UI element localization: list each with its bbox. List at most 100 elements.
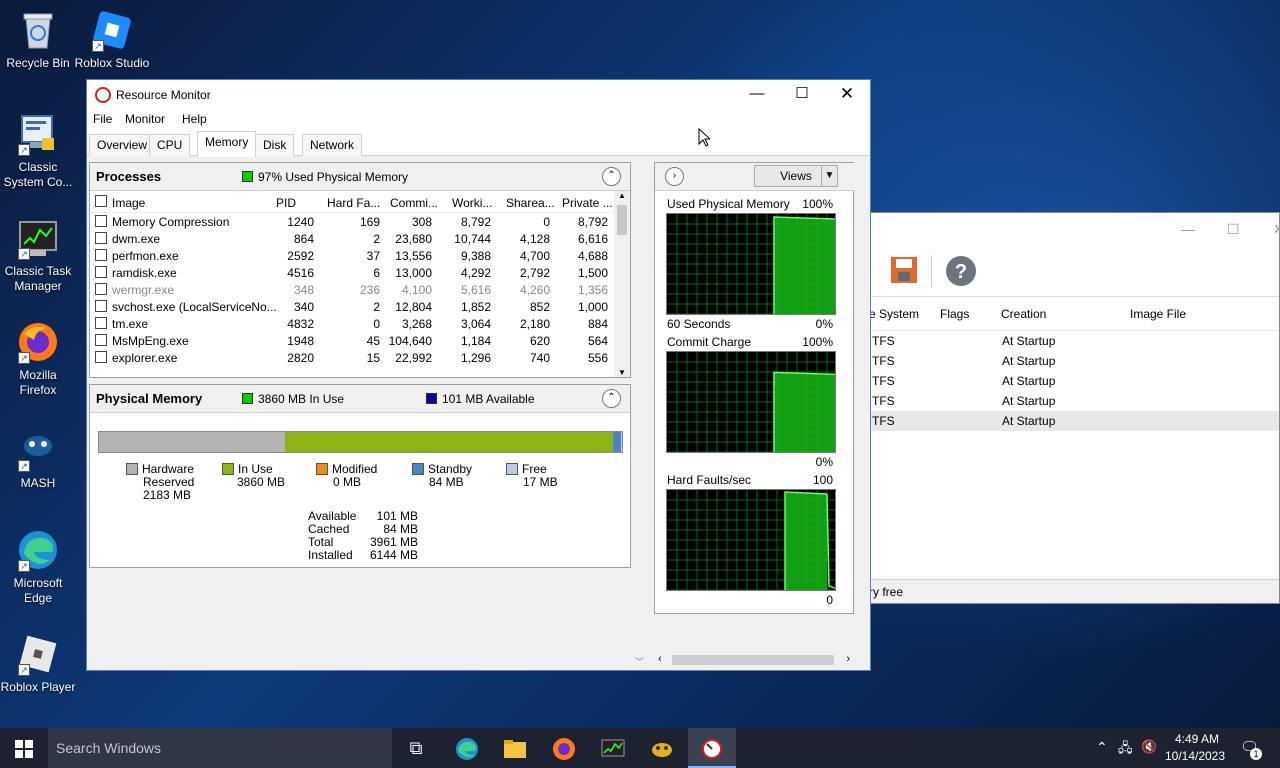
clock-date[interactable]: 10/14/2023 xyxy=(1162,749,1228,763)
table-row-selected[interactable]: TFS At Startup xyxy=(869,411,1279,431)
volume-muted-icon[interactable]: 🔇 xyxy=(1141,739,1157,755)
close-icon[interactable]: ✕ xyxy=(1273,221,1280,238)
minimize-button[interactable]: — xyxy=(734,80,780,110)
table-row[interactable]: perfmon.exe 2592 37 13,556 9,388 4,700 4,688 xyxy=(90,247,630,264)
row-checkbox[interactable] xyxy=(95,334,107,346)
maximize-icon[interactable]: ☐ xyxy=(1227,221,1240,238)
collapse-button[interactable]: ⌃ xyxy=(602,389,621,408)
table-row[interactable]: wermgr.exe 348 236 4,100 5,616 4,260 1,356 xyxy=(90,281,630,298)
row-checkbox[interactable] xyxy=(95,249,107,261)
cell: TFS xyxy=(872,374,895,388)
menu-file[interactable]: File xyxy=(93,112,112,126)
table-row[interactable]: tm.exe 4832 0 3,268 3,064 2,180 884 xyxy=(90,315,630,332)
row-checkbox[interactable] xyxy=(95,266,107,278)
network-icon[interactable]: 🖧 xyxy=(1118,739,1133,761)
desktop-icon-classic-system-control[interactable]: ↗ Classic System Co... xyxy=(0,112,76,190)
column-header[interactable]: PID xyxy=(276,196,296,210)
tab-cpu[interactable]: CPU xyxy=(149,134,191,156)
background-window[interactable]: — ☐ ✕ ? e System Flags Creation Image Fi… xyxy=(868,212,1280,604)
column-header[interactable]: Flags xyxy=(940,307,969,321)
clock-time[interactable]: 4:49 AM xyxy=(1166,732,1228,746)
vertical-scrollbar[interactable]: ▲ ▼ xyxy=(614,191,630,377)
title-bar[interactable]: Resource Monitor — ☐ ✕ xyxy=(87,80,870,110)
resource-monitor-window[interactable]: Resource Monitor — ☐ ✕ File Monitor Help… xyxy=(86,79,871,671)
tab-disk[interactable]: Disk xyxy=(255,134,295,156)
process-image: svchost.exe (LocalServiceNo... xyxy=(112,300,277,314)
desktop-icon-roblox-player[interactable]: ↗ Roblox Player xyxy=(0,632,76,695)
column-header[interactable]: Creation xyxy=(1001,307,1046,321)
tab-overview[interactable]: Overview xyxy=(89,134,156,156)
processes-list: Memory Compression 1240 169 308 8,792 0 8,792 d… xyxy=(90,213,630,366)
chevron-up-icon[interactable]: ⌃ xyxy=(1096,739,1108,756)
row-checkbox[interactable] xyxy=(95,351,107,363)
column-header[interactable]: Commi... xyxy=(390,196,438,210)
table-row[interactable]: TFS At Startup xyxy=(869,351,1279,371)
row-checkbox[interactable] xyxy=(95,300,107,312)
legend-standby: Standby 84 MB xyxy=(412,463,472,489)
scroll-thumb[interactable] xyxy=(617,205,627,235)
tab-memory[interactable]: Memory xyxy=(197,131,257,157)
save-icon[interactable] xyxy=(889,255,919,285)
views-button[interactable]: Views ▼ xyxy=(754,165,838,187)
table-row[interactable]: TFS At Startup xyxy=(869,331,1279,351)
table-row[interactable]: Memory Compression 1240 169 308 8,792 0 8,792 xyxy=(90,213,630,230)
scroll-down-icon[interactable]: ▼ xyxy=(614,368,630,377)
start-button[interactable] xyxy=(0,728,48,768)
row-checkbox[interactable] xyxy=(95,215,107,227)
horizontal-scrollbar[interactable]: ‹ › xyxy=(654,652,854,668)
task-manager-taskbar-icon[interactable] xyxy=(589,728,637,768)
table-row[interactable]: explorer.exe 2820 15 22,992 1,296 740 556 xyxy=(90,349,630,366)
row-checkbox[interactable] xyxy=(95,232,107,244)
resource-monitor-taskbar-icon[interactable] xyxy=(688,728,736,768)
desktop-icon-mash[interactable]: ↗ MASH xyxy=(0,428,76,491)
table-row[interactable]: TFS At Startup xyxy=(869,371,1279,391)
mash-taskbar-icon[interactable] xyxy=(638,728,686,768)
menu-help[interactable]: Help xyxy=(182,112,207,126)
scroll-right-icon[interactable]: › xyxy=(846,653,850,665)
collapse-button[interactable]: ⌃ xyxy=(602,167,621,186)
desktop-icon-roblox-studio[interactable]: ↗ Roblox Studio xyxy=(74,8,150,71)
column-header[interactable]: Private ... xyxy=(562,196,613,210)
desktop-icon-edge[interactable]: ↗ Microsoft Edge xyxy=(0,528,76,606)
desktop-icon-classic-task-manager[interactable]: ↗ Classic Task Manager xyxy=(0,216,76,294)
table-row[interactable]: TFS At Startup xyxy=(869,391,1279,411)
physical-memory-header[interactable]: Physical Memory 3860 MB In Use 101 MB Av… xyxy=(90,385,630,413)
row-checkbox[interactable] xyxy=(95,317,107,329)
close-button[interactable]: ✕ xyxy=(824,80,870,110)
scroll-up-icon[interactable]: ▲ xyxy=(614,191,630,200)
search-box[interactable]: Search Windows xyxy=(48,728,392,768)
scroll-thumb[interactable] xyxy=(672,655,834,665)
desktop-icon-firefox[interactable]: ↗ Mozilla Firefox xyxy=(0,320,76,398)
expand-button[interactable]: › xyxy=(665,167,684,186)
graph-max: 100% xyxy=(802,197,833,211)
table-row[interactable]: dwm.exe 864 2 23,680 10,744 4,128 6,616 xyxy=(90,230,630,247)
menu-monitor[interactable]: Monitor xyxy=(125,112,165,126)
column-header[interactable]: e System xyxy=(869,307,919,321)
help-icon[interactable]: ? xyxy=(945,255,977,287)
firefox-taskbar-icon[interactable] xyxy=(540,728,588,768)
column-header[interactable]: Hard Fa... xyxy=(327,196,380,210)
column-header[interactable]: Sharea... xyxy=(506,196,555,210)
maximize-button[interactable]: ☐ xyxy=(779,80,825,110)
minimize-icon[interactable]: — xyxy=(1181,221,1195,237)
cell-private: 1,356 xyxy=(577,283,608,297)
desktop-icon-recycle-bin[interactable]: Recycle Bin xyxy=(0,8,76,71)
select-all-checkbox[interactable] xyxy=(95,195,107,207)
table-row[interactable]: MsMpEng.exe 1948 45 104,640 1,184 620 564 xyxy=(90,332,630,349)
row-checkbox[interactable] xyxy=(95,283,107,295)
table-row[interactable]: ramdisk.exe 4516 6 13,000 4,292 2,792 1,500 xyxy=(90,264,630,281)
scroll-left-icon[interactable]: ‹ xyxy=(658,653,662,665)
tab-network[interactable]: Network xyxy=(302,134,363,156)
table-row[interactable]: svchost.exe (LocalServiceNo... 340 2 12,804… xyxy=(90,298,630,315)
edge-taskbar-icon[interactable] xyxy=(443,728,491,768)
cell-share: 4,128 xyxy=(519,232,550,246)
file-explorer-icon[interactable] xyxy=(491,728,539,768)
cell-share: 740 xyxy=(529,351,550,365)
processes-header[interactable]: Processes 97% Used Physical Memory ⌃ xyxy=(90,163,630,191)
scroll-down-icon[interactable]: ﹀ xyxy=(635,655,644,668)
column-header[interactable]: Image xyxy=(112,196,145,210)
left-pane-scrollbar[interactable]: ﹀ xyxy=(635,162,649,670)
task-view-icon[interactable]: ⧉ xyxy=(392,728,440,768)
column-header[interactable]: Image File xyxy=(1130,307,1186,321)
column-header[interactable]: Worki... xyxy=(452,196,492,210)
